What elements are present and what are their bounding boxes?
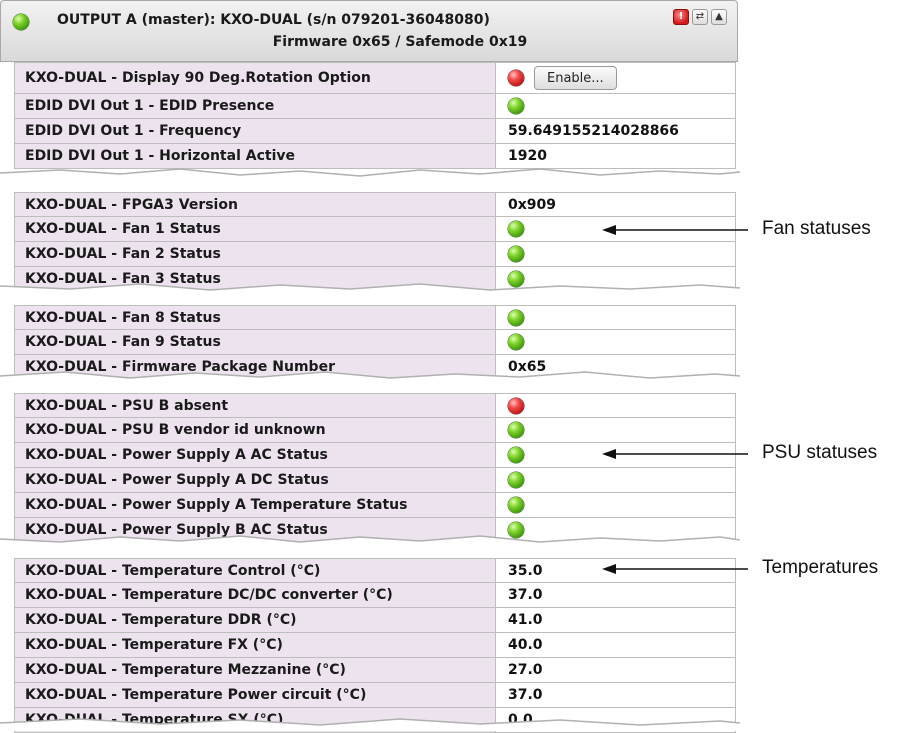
row-value: 27.0 <box>508 662 543 678</box>
row-label: KXO-DUAL - PSU B absent <box>15 394 496 417</box>
row-label: KXO-DUAL - Temperature DDR (°C) <box>15 608 496 632</box>
alert-icon[interactable]: ! <box>673 9 689 25</box>
status-led-green <box>508 422 524 438</box>
row-value: 59.649155214028866 <box>508 123 679 139</box>
row-label: EDID DVI Out 1 - Frequency <box>15 119 496 143</box>
torn-edge-divider <box>0 718 741 731</box>
psu-annotation-arrow <box>602 449 748 459</box>
status-led-green <box>508 334 524 350</box>
collapse-icon[interactable]: ▲ <box>711 9 727 25</box>
row-label: KXO-DUAL - Temperature Power circuit (°C… <box>15 683 496 707</box>
status-led-green <box>508 309 524 326</box>
table-row: KXO-DUAL - FPGA3 Version 0x909 <box>14 192 736 217</box>
row-value: 37.0 <box>508 687 543 703</box>
status-led-green <box>508 98 524 114</box>
status-led-green <box>508 221 524 237</box>
status-led-red <box>508 397 524 414</box>
row-label: KXO-DUAL - Power Supply A Temperature St… <box>15 493 496 517</box>
table-row: KXO-DUAL - Fan 8 Status <box>14 305 736 330</box>
row-label: KXO-DUAL - Temperature Control (°C) <box>15 559 496 582</box>
temp-annotation-arrow <box>602 564 748 574</box>
table-row: KXO-DUAL - Temperature DDR (°C) 41.0 <box>14 608 736 633</box>
enable-button[interactable]: Enable... <box>534 66 617 90</box>
table-row: EDID DVI Out 1 - EDID Presence <box>14 94 736 119</box>
table-row: KXO-DUAL - Fan 9 Status <box>14 330 736 355</box>
psu-statuses-annotation: PSU statuses <box>762 442 878 463</box>
status-led-green <box>508 447 524 463</box>
row-label: KXO-DUAL - Temperature FX (°C) <box>15 633 496 657</box>
firmware-info: Firmware 0x65 / Safemode 0x19 <box>272 34 528 50</box>
fan-statuses-annotation: Fan statuses <box>762 218 871 239</box>
torn-edge-divider <box>0 371 741 384</box>
row-label: KXO-DUAL - PSU B vendor id unknown <box>15 418 496 442</box>
refresh-icon[interactable]: ⇄ <box>692 9 708 25</box>
row-value: 41.0 <box>508 612 543 628</box>
row-label: KXO-DUAL - Fan 2 Status <box>15 242 496 266</box>
torn-edge-divider <box>0 283 741 296</box>
status-led-green <box>508 497 524 513</box>
row-label: KXO-DUAL - Fan 1 Status <box>15 217 496 241</box>
table-row: KXO-DUAL - Temperature Mezzanine (°C) 27… <box>14 658 736 683</box>
table-row: KXO-DUAL - PSU B absent <box>14 393 736 418</box>
table-row: EDID DVI Out 1 - Frequency 59.6491552140… <box>14 119 736 144</box>
table-row: KXO-DUAL - Temperature DC/DC converter (… <box>14 583 736 608</box>
status-led-green <box>508 472 524 488</box>
table-row: KXO-DUAL - Power Supply A Temperature St… <box>14 493 736 518</box>
row-value: 0x909 <box>508 196 556 213</box>
section-fpga-fans: KXO-DUAL - FPGA3 Version 0x909 KXO-DUAL … <box>14 192 736 292</box>
status-led-red <box>508 70 524 86</box>
row-label: KXO-DUAL - Display 90 Deg.Rotation Optio… <box>15 63 496 93</box>
row-label: KXO-DUAL - Fan 8 Status <box>15 306 496 329</box>
device-title: OUTPUT A (master): KXO-DUAL (s/n 079201-… <box>57 12 490 28</box>
row-label: EDID DVI Out 1 - EDID Presence <box>15 94 496 118</box>
section-display-edid: KXO-DUAL - Display 90 Deg.Rotation Optio… <box>14 62 736 169</box>
torn-edge-divider <box>0 535 741 548</box>
device-panel-header: OUTPUT A (master): KXO-DUAL (s/n 079201-… <box>0 0 738 62</box>
table-row: KXO-DUAL - Fan 2 Status <box>14 242 736 267</box>
table-row: KXO-DUAL - Display 90 Deg.Rotation Optio… <box>14 62 736 94</box>
table-row: KXO-DUAL - PSU B vendor id unknown <box>14 418 736 443</box>
row-label: KXO-DUAL - Power Supply A AC Status <box>15 443 496 467</box>
table-row: KXO-DUAL - Temperature Power circuit (°C… <box>14 683 736 708</box>
row-value: 37.0 <box>508 587 543 603</box>
row-label: KXO-DUAL - Temperature Mezzanine (°C) <box>15 658 496 682</box>
table-row: KXO-DUAL - Power Supply A DC Status <box>14 468 736 493</box>
section-psu: KXO-DUAL - PSU B absent KXO-DUAL - PSU B… <box>14 393 736 543</box>
row-label: KXO-DUAL - Fan 9 Status <box>15 330 496 354</box>
row-label: KXO-DUAL - FPGA3 Version <box>15 193 496 216</box>
row-value: 40.0 <box>508 637 543 653</box>
fan-annotation-arrow <box>602 225 748 235</box>
row-label: KXO-DUAL - Power Supply A DC Status <box>15 468 496 492</box>
row-label: KXO-DUAL - Temperature DC/DC converter (… <box>15 583 496 607</box>
temperatures-annotation: Temperatures <box>762 557 879 578</box>
status-led-green <box>508 246 524 262</box>
device-status-led <box>13 14 29 30</box>
table-row: KXO-DUAL - Temperature FX (°C) 40.0 <box>14 633 736 658</box>
torn-edge-divider <box>0 168 741 181</box>
section-temperatures: KXO-DUAL - Temperature Control (°C) 35.0… <box>14 558 736 733</box>
